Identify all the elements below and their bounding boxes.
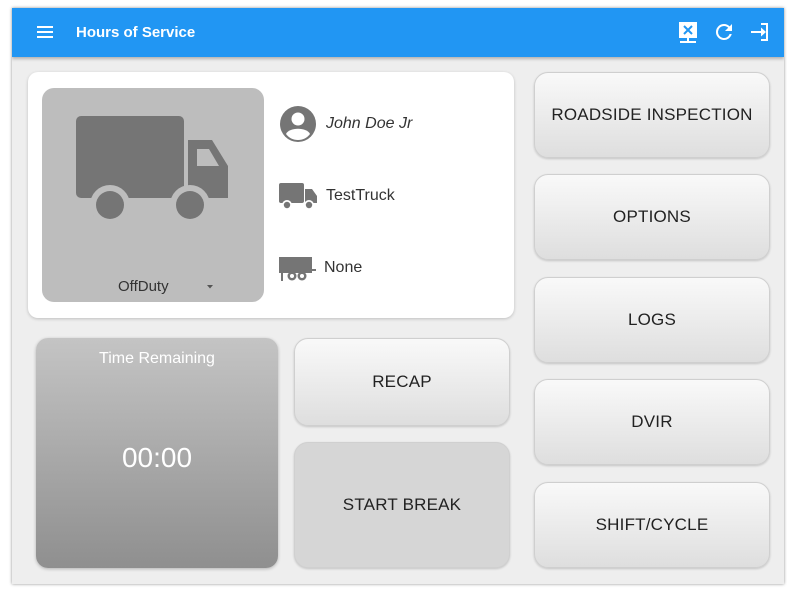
hamburger-menu-icon[interactable]	[36, 24, 54, 40]
chevron-down-icon[interactable]	[205, 284, 215, 290]
logs-button[interactable]: LOGS	[534, 277, 770, 363]
vehicle-row: TestTruck	[278, 176, 395, 216]
transfer-icon[interactable]	[676, 20, 700, 44]
duty-status-selector[interactable]: OffDuty	[42, 88, 264, 302]
truck-icon	[76, 116, 228, 225]
driver-status-card: OffDuty John Doe Jr TestTruck None	[28, 72, 514, 318]
duty-status-label: OffDuty	[118, 278, 169, 295]
recap-button[interactable]: RECAP	[294, 338, 510, 426]
small-truck-icon	[279, 183, 317, 210]
logout-icon[interactable]	[748, 20, 772, 44]
roadside-inspection-button[interactable]: ROADSIDE INSPECTION	[534, 72, 770, 158]
options-button[interactable]: OPTIONS	[534, 174, 770, 260]
app-bar: Hours of Service	[12, 8, 784, 57]
time-remaining-label: Time Remaining	[99, 350, 215, 367]
dvir-button[interactable]: DVIR	[534, 379, 770, 465]
trailer-name: None	[324, 259, 363, 276]
trailer-row: None	[278, 248, 362, 288]
shift-cycle-button[interactable]: SHIFT/CYCLE	[534, 482, 770, 568]
trailer-icon	[279, 257, 316, 281]
time-remaining-value: 00:00	[121, 442, 193, 473]
person-icon	[280, 106, 316, 142]
time-remaining-panel: Time Remaining 00:00	[36, 338, 278, 568]
driver-name: John Doe Jr	[326, 115, 413, 132]
app-screen: Hours of Service OffDuty John Doe Jr Tes…	[12, 8, 784, 584]
refresh-icon[interactable]	[712, 20, 736, 44]
start-break-button[interactable]: START BREAK	[294, 442, 510, 568]
vehicle-name: TestTruck	[326, 187, 395, 204]
page-title: Hours of Service	[76, 24, 196, 41]
driver-row: John Doe Jr	[278, 104, 412, 144]
